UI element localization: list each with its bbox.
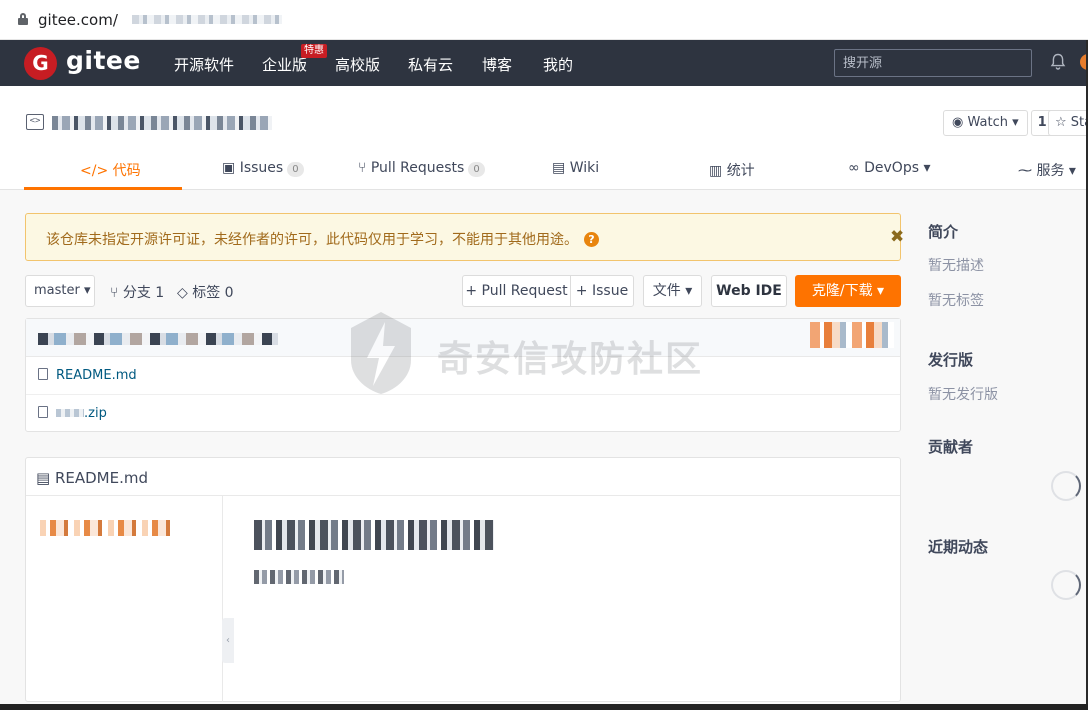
list-item[interactable]: README.md: [38, 368, 137, 383]
browser-address-bar[interactable]: gitee.com/: [0, 0, 1088, 40]
sidebar-title: 贡献者: [928, 438, 974, 456]
nav-blog[interactable]: 博客: [482, 54, 512, 75]
repo-header: <> ◉ Watch ▾ 1 ☆ Sta </> 代码 ▣ Issues0 ⑂ …: [0, 86, 1088, 190]
code-icon: </>: [80, 163, 113, 179]
sidebar-title: 发行版: [928, 351, 974, 369]
file-icon: [38, 368, 48, 380]
tab-devops[interactable]: ∞ DevOps ▾: [848, 160, 931, 176]
infinity-icon: ∞: [848, 160, 865, 176]
repo-name-redacted[interactable]: [52, 116, 272, 130]
file-icon: ▤: [36, 469, 55, 487]
web-ide-button[interactable]: Web IDE: [711, 275, 787, 307]
nav-private-cloud[interactable]: 私有云: [408, 54, 453, 75]
new-issue-button[interactable]: + Issue: [570, 275, 634, 307]
toc-entry-redacted[interactable]: [40, 520, 170, 536]
readme-panel: ▤ README.md ‹: [25, 457, 901, 702]
caret-down-icon: ▾: [919, 160, 931, 176]
tab-code[interactable]: </> 代码: [80, 160, 141, 180]
tab-wiki[interactable]: ▤ Wiki: [552, 160, 599, 176]
promo-badge: 特惠: [301, 44, 327, 58]
loading-spinner-icon: [1051, 471, 1081, 501]
bar-chart-icon: ▥: [709, 163, 727, 179]
wiki-icon: ▤: [552, 160, 570, 176]
intro-tags: 暂无标签: [928, 293, 984, 309]
caret-down-icon: ▾: [79, 283, 91, 298]
lock-icon: [18, 13, 28, 25]
pull-requests-count: 0: [468, 162, 485, 177]
address-url[interactable]: gitee.com/: [38, 11, 118, 29]
new-pull-request-button[interactable]: + Pull Request: [462, 275, 571, 307]
branch-icon: ⑂: [110, 285, 123, 301]
toc-collapse-handle[interactable]: ‹: [222, 618, 234, 663]
divider: [26, 394, 900, 395]
nav-mine[interactable]: 我的: [543, 54, 573, 75]
eye-icon: ◉: [952, 115, 968, 130]
file-list: README.md .zip: [25, 318, 901, 432]
site-header: G gitee 开源软件 企业版 特惠 高校版 私有云 博客 我的: [0, 40, 1088, 86]
license-warning: 该仓库未指定开源许可证，未经作者的许可，此代码仅用于学习，不能用于其他用途。? …: [25, 213, 904, 261]
tags-link[interactable]: ◇ 标签 0: [177, 282, 234, 302]
sidebar-title: 近期动态: [928, 538, 989, 556]
caret-down-icon: ▾: [680, 283, 693, 299]
sidebar-releases: 发行版 暂无发行版: [928, 349, 1088, 404]
latest-commit-row: [26, 319, 900, 357]
intro-description: 暂无描述: [928, 258, 984, 274]
code-repo-icon: <>: [26, 114, 44, 130]
readme-toc: [26, 496, 223, 702]
readme-heading-redacted: [254, 520, 494, 550]
branch-select[interactable]: master ▾: [25, 275, 95, 307]
caret-down-icon: ▾: [1064, 163, 1076, 179]
file-icon: [38, 406, 48, 418]
loading-spinner-icon: [1051, 570, 1081, 600]
window-edge: [0, 704, 1088, 710]
issues-icon: ▣: [222, 160, 240, 176]
nav-enterprise[interactable]: 企业版: [262, 54, 307, 75]
active-tab-indicator: [24, 187, 182, 190]
star-button[interactable]: ☆ Sta: [1048, 110, 1088, 136]
tab-pull-requests[interactable]: ⑂ Pull Requests 0: [358, 160, 485, 177]
close-icon[interactable]: ✖: [890, 227, 904, 247]
license-warning-text: 该仓库未指定开源许可证，未经作者的许可，此代码仅用于学习，不能用于其他用途。?: [46, 229, 599, 249]
search-input[interactable]: [834, 49, 1032, 77]
commit-message-redacted[interactable]: [38, 333, 278, 345]
sidebar-activity: 近期动态: [928, 536, 1088, 557]
issues-count: 0: [287, 162, 304, 177]
gitee-logo-icon[interactable]: G: [24, 47, 57, 80]
watch-button[interactable]: ◉ Watch ▾: [943, 110, 1028, 136]
tab-stats[interactable]: ▥ 统计: [709, 160, 755, 180]
watch-group: ◉ Watch ▾ 1: [943, 110, 1054, 136]
tab-issues[interactable]: ▣ Issues 0: [222, 160, 304, 177]
nav-education[interactable]: 高校版: [335, 54, 380, 75]
brand-name[interactable]: gitee: [66, 46, 141, 75]
branches-link[interactable]: ⑂ 分支 1: [110, 282, 164, 302]
bell-icon[interactable]: [1050, 53, 1066, 71]
tab-service[interactable]: ⁓ 服务 ▾: [1018, 160, 1076, 180]
readme-header: ▤ README.md: [26, 458, 900, 496]
commit-meta-redacted: [810, 322, 894, 348]
list-item[interactable]: .zip: [38, 406, 107, 421]
caret-down-icon: ▾: [872, 283, 885, 299]
readme-text-redacted: [254, 570, 344, 584]
repo-tabs: </> 代码 ▣ Issues 0 ⑂ Pull Requests 0 ▤ Wiki…: [0, 152, 1088, 190]
nav-open-source[interactable]: 开源软件: [174, 54, 234, 75]
help-icon[interactable]: ?: [584, 232, 599, 247]
pull-request-icon: ⑂: [358, 160, 371, 176]
clone-download-button[interactable]: 克隆/下载 ▾: [795, 275, 901, 307]
sidebar-contributors: 贡献者: [928, 436, 1088, 457]
sidebar-title: 简介: [928, 223, 959, 241]
tag-icon: ◇: [177, 285, 193, 301]
release-description: 暂无发行版: [928, 387, 998, 403]
address-url-redacted: [132, 15, 282, 24]
file-name-redacted: [56, 409, 84, 417]
sidebar-intro: 简介 暂无描述 暂无标签: [928, 221, 1088, 310]
file-menu-button[interactable]: 文件 ▾: [643, 275, 702, 307]
pulse-icon: ⁓: [1018, 163, 1037, 179]
